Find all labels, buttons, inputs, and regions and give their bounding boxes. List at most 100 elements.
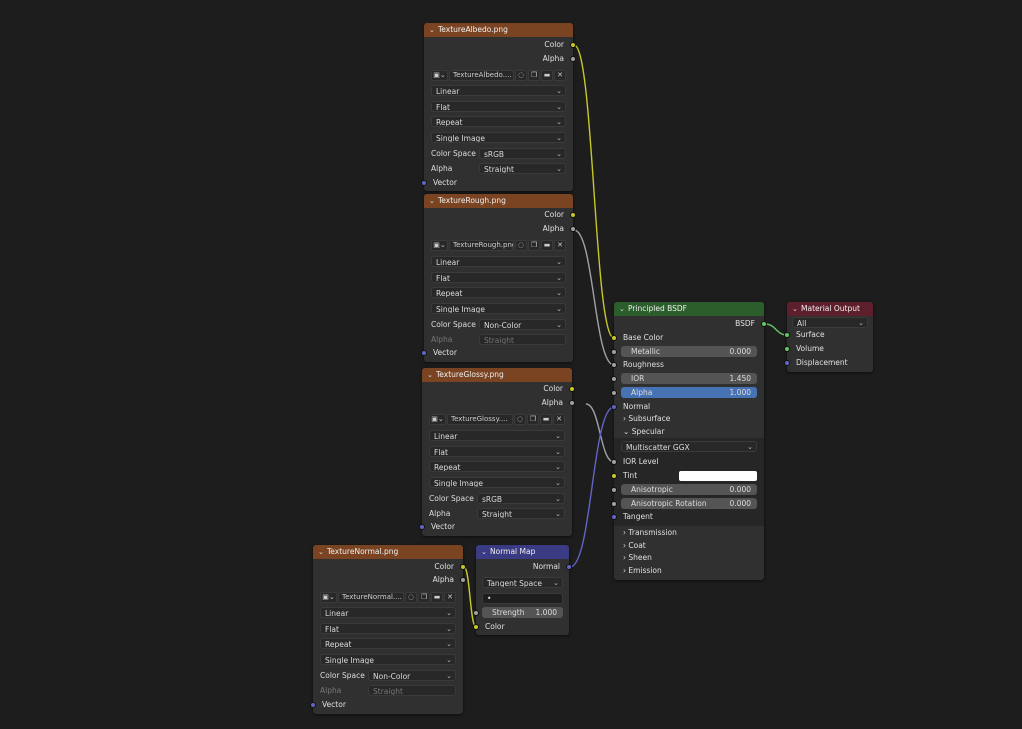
image-name-field[interactable]: TextureGlossy.... xyxy=(447,413,513,425)
close-icon[interactable]: ✕ xyxy=(554,239,566,251)
image-icon[interactable]: ▣⌄ xyxy=(431,239,448,251)
node-header[interactable]: ⌄ Principled BSDF xyxy=(614,302,764,316)
principled-bsdf-node[interactable]: ⌄ Principled BSDF BSDF Base Color Metalli… xyxy=(611,302,767,580)
emission-panel-toggle[interactable]: › Emission xyxy=(623,565,662,577)
image-icon[interactable]: ▣⌄ xyxy=(431,69,448,81)
node-header[interactable]: ⌄ TextureNormal.png xyxy=(313,545,463,559)
shield-icon[interactable]: ◌ xyxy=(515,69,527,81)
image-texture-node-rough[interactable]: ⌄ TextureRough.png Color Alpha ▣⌄ Texture… xyxy=(421,194,576,362)
image-icon[interactable]: ▣⌄ xyxy=(429,413,446,425)
input-vector-socket[interactable] xyxy=(310,702,316,708)
extension-select[interactable]: Repeat ⌄ xyxy=(431,116,566,127)
coat-panel-toggle[interactable]: › Coat xyxy=(623,540,646,552)
node-header[interactable]: ⌄ TextureRough.png xyxy=(424,194,573,208)
node-header[interactable]: ⌄ TextureAlbedo.png xyxy=(424,23,573,37)
color-space-select[interactable]: sRGB ⌄ xyxy=(477,493,565,504)
source-select[interactable]: Single Image ⌄ xyxy=(429,477,565,488)
output-alpha-socket[interactable] xyxy=(570,226,576,232)
image-texture-node-albedo[interactable]: ⌄ TextureAlbedo.png Color Alpha ▣⌄ Textur… xyxy=(421,23,576,191)
folder-icon[interactable]: ▬ xyxy=(431,591,443,603)
duplicate-icon[interactable]: ❐ xyxy=(527,413,539,425)
anisotropic-slider[interactable]: Anisotropic 0.000 xyxy=(621,484,757,495)
image-selector[interactable]: ▣⌄ TextureRough.png ◌ ❐ ▬ ✕ xyxy=(431,239,566,251)
anisotropic-rotation-slider[interactable]: Anisotropic Rotation 0.000 xyxy=(621,498,757,509)
image-selector[interactable]: ▣⌄ TextureAlbedo.... ◌ ❐ ▬ ✕ xyxy=(431,69,566,81)
output-alpha-socket[interactable] xyxy=(460,577,466,583)
input-anisotropic-rotation-socket[interactable] xyxy=(611,501,617,507)
shield-icon[interactable]: ◌ xyxy=(405,591,417,603)
transmission-panel-toggle[interactable]: › Transmission xyxy=(623,527,677,539)
input-base-color-socket[interactable] xyxy=(611,335,617,341)
input-roughness-socket[interactable] xyxy=(611,362,617,368)
output-color-socket[interactable] xyxy=(570,42,576,48)
input-tangent-socket[interactable] xyxy=(611,514,617,520)
input-alpha-socket[interactable] xyxy=(611,390,617,396)
image-name-field[interactable]: TextureRough.png xyxy=(449,239,514,251)
interpolation-select[interactable]: Linear ⌄ xyxy=(431,256,566,267)
output-color-socket[interactable] xyxy=(460,564,466,570)
folder-icon[interactable]: ▬ xyxy=(541,69,553,81)
projection-select[interactable]: Flat ⌄ xyxy=(431,101,566,112)
chevron-down-icon[interactable]: ⌄ xyxy=(429,23,438,37)
source-select[interactable]: Single Image ⌄ xyxy=(431,132,566,143)
alpha-slider[interactable]: Alpha 1.000 xyxy=(621,387,757,398)
output-bsdf-socket[interactable] xyxy=(761,321,767,327)
chevron-down-icon[interactable]: ⌄ xyxy=(318,545,327,559)
node-header[interactable]: ⌄ TextureGlossy.png xyxy=(422,368,572,382)
chevron-down-icon[interactable]: ⌄ xyxy=(792,302,801,316)
normal-map-node[interactable]: ⌄ Normal Map Normal Tangent Space ⌄ • Stre… xyxy=(473,545,572,635)
folder-icon[interactable]: ▬ xyxy=(541,239,553,251)
source-select[interactable]: Single Image ⌄ xyxy=(320,654,456,665)
input-vector-socket[interactable] xyxy=(421,350,427,356)
duplicate-icon[interactable]: ❐ xyxy=(418,591,430,603)
source-select[interactable]: Single Image ⌄ xyxy=(431,303,566,314)
strength-slider[interactable]: Strength 1.000 xyxy=(482,607,563,618)
folder-icon[interactable]: ▬ xyxy=(540,413,552,425)
input-surface-socket[interactable] xyxy=(784,332,790,338)
input-metallic-socket[interactable] xyxy=(611,349,617,355)
input-ior-socket[interactable] xyxy=(611,376,617,382)
interpolation-select[interactable]: Linear ⌄ xyxy=(429,430,565,441)
interpolation-select[interactable]: Linear ⌄ xyxy=(431,85,566,96)
interpolation-select[interactable]: Linear ⌄ xyxy=(320,607,456,618)
image-texture-node-glossy[interactable]: ⌄ TextureGlossy.png Color Alpha ▣⌄ Textur… xyxy=(419,368,575,536)
image-name-field[interactable]: TextureAlbedo.... xyxy=(449,69,514,81)
color-space-select[interactable]: Non-Color ⌄ xyxy=(479,319,566,330)
output-color-socket[interactable] xyxy=(570,212,576,218)
alpha-mode-select[interactable]: Straight ⌄ xyxy=(479,163,566,174)
input-displacement-socket[interactable] xyxy=(784,360,790,366)
extension-select[interactable]: Repeat ⌄ xyxy=(429,461,565,472)
input-normal-socket[interactable] xyxy=(611,404,617,410)
output-normal-socket[interactable] xyxy=(566,564,572,570)
output-color-socket[interactable] xyxy=(569,386,575,392)
input-strength-socket[interactable] xyxy=(473,610,479,616)
input-color-socket[interactable] xyxy=(473,624,479,630)
metallic-slider[interactable]: Metallic 0.000 xyxy=(621,346,757,357)
chevron-down-icon[interactable]: ⌄ xyxy=(429,194,438,208)
node-header[interactable]: ⌄ Material Output xyxy=(787,302,873,316)
projection-select[interactable]: Flat ⌄ xyxy=(320,623,456,634)
chevron-down-icon[interactable]: ⌄ xyxy=(619,302,628,316)
shield-icon[interactable]: ◌ xyxy=(515,239,527,251)
duplicate-icon[interactable]: ❐ xyxy=(528,69,540,81)
input-vector-socket[interactable] xyxy=(419,524,425,530)
material-output-node[interactable]: ⌄ Material Output All ⌄ Surface Volume Dis… xyxy=(784,302,873,372)
projection-select[interactable]: Flat ⌄ xyxy=(431,272,566,283)
input-ior-level-socket[interactable] xyxy=(611,459,617,465)
output-alpha-socket[interactable] xyxy=(570,56,576,62)
ior-slider[interactable]: IOR 1.450 xyxy=(621,373,757,384)
close-icon[interactable]: ✕ xyxy=(554,69,566,81)
target-select[interactable]: All ⌄ xyxy=(792,317,868,328)
extension-select[interactable]: Repeat ⌄ xyxy=(431,287,566,298)
projection-select[interactable]: Flat ⌄ xyxy=(429,446,565,457)
close-icon[interactable]: ✕ xyxy=(444,591,456,603)
input-vector-socket[interactable] xyxy=(421,180,427,186)
chevron-down-icon[interactable]: ⌄ xyxy=(481,545,490,559)
tint-color-swatch[interactable] xyxy=(679,471,757,481)
node-header[interactable]: ⌄ Normal Map xyxy=(476,545,569,559)
duplicate-icon[interactable]: ❐ xyxy=(528,239,540,251)
alpha-mode-select[interactable]: Straight ⌄ xyxy=(477,508,565,519)
color-space-select[interactable]: sRGB ⌄ xyxy=(479,148,566,159)
image-selector[interactable]: ▣⌄ TextureGlossy.... ◌ ❐ ▬ ✕ xyxy=(429,413,565,425)
close-icon[interactable]: ✕ xyxy=(553,413,565,425)
